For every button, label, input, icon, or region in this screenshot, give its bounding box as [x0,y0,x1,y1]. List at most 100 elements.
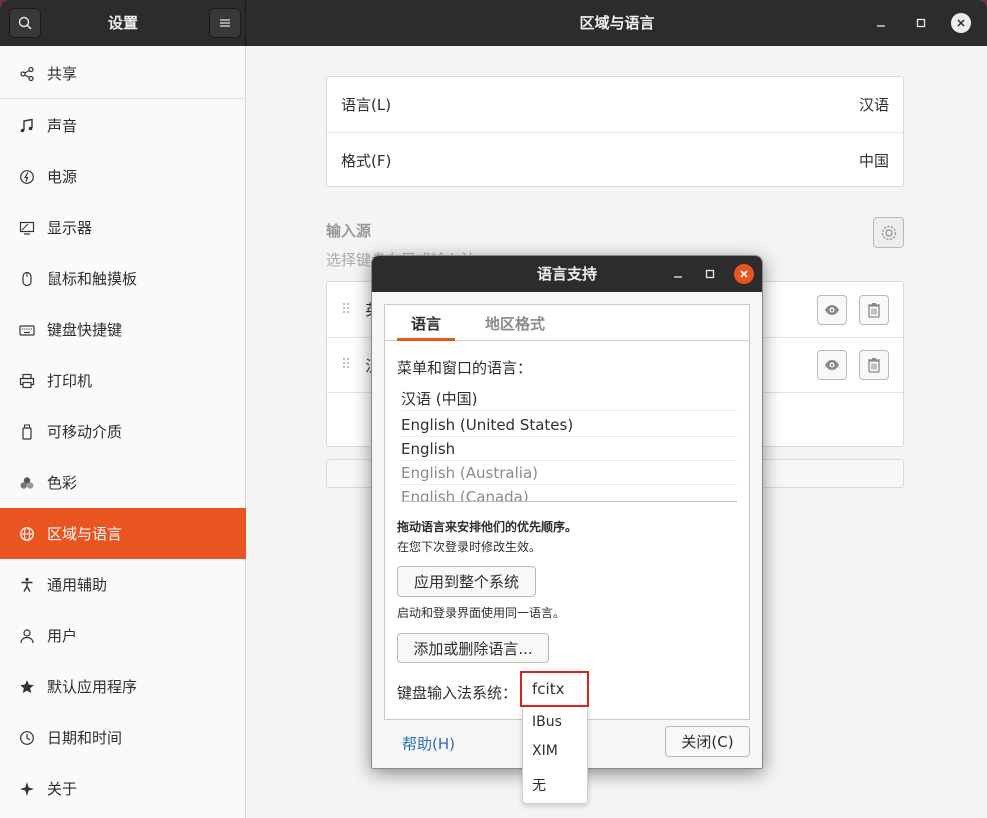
language-item[interactable]: 汉语 (中国) [401,387,737,411]
tab-bar: 语言 地区格式 [385,305,749,341]
input-method-select[interactable]: fcitx [520,671,589,707]
printer-icon [18,372,36,390]
gear-icon [881,225,896,240]
language-item[interactable]: English (Australia) [401,461,737,485]
language-item[interactable]: English (United States) [401,413,737,437]
sidebar-item-users[interactable]: 用户 [0,610,246,661]
language-row[interactable]: 语言(L) 汉语 [327,77,903,132]
eye-icon [825,360,839,370]
star-icon [18,678,36,696]
sidebar-item-removable-media[interactable]: 可移动介质 [0,406,246,457]
globe-icon [18,525,36,543]
removable-media-icon [18,423,36,441]
formats-row[interactable]: 格式(F) 中国 [327,133,903,187]
close-dialog-button[interactable]: 关闭(C) [665,726,750,757]
add-remove-languages-button[interactable]: 添加或删除语言... [397,633,549,663]
apply-hint: 启动和登录界面使用同一语言。 [397,606,566,620]
language-item[interactable]: English (Canada) [401,485,737,501]
language-value: 汉语 [858,96,889,114]
remove-button[interactable] [859,294,889,325]
sidebar-item-sound[interactable]: 声音 [0,100,246,151]
language-formats-card: 语言(L) 汉语 格式(F) 中国 [326,76,904,187]
sidebar-item-sharing[interactable]: 共享 [0,48,246,99]
music-note-icon [18,117,36,135]
accessibility-icon [18,576,36,594]
sidebar-item-label: 电源 [47,168,78,186]
input-method-option[interactable]: 无 [532,775,546,795]
preview-button[interactable] [817,350,847,380]
mouse-icon [18,270,36,288]
apply-system-wide-button[interactable]: 应用到整个系统 [397,566,536,597]
sidebar-item-mouse[interactable]: 鼠标和触摸板 [0,253,246,304]
formats-label: 格式(F) [341,151,392,170]
eye-icon [825,304,839,315]
menu-button[interactable] [209,8,241,38]
formats-value: 中国 [858,151,889,170]
share-icon [18,65,36,83]
maximize-icon [705,269,715,279]
sidebar-item-label: 关于 [47,780,78,798]
dialog-maximize-button[interactable] [700,264,720,284]
dialog-minimize-button[interactable] [668,264,688,284]
input-method-label: 键盘输入法系统： [397,684,518,702]
maximize-button[interactable] [911,13,931,33]
drag-handle-icon[interactable]: ⠿ [341,357,351,373]
input-source-options-button[interactable] [873,217,904,248]
input-sources-title: 输入源 [326,222,372,240]
dialog-notebook: 语言 地区格式 菜单和窗口的语言： 汉语 (中国) English (Unite… [384,304,750,720]
sidebar-item-keyboard[interactable]: 键盘快捷键 [0,304,246,355]
preview-button[interactable] [817,294,847,325]
close-icon [957,19,965,27]
clock-icon [18,729,36,747]
dialog-close-button[interactable] [734,264,754,284]
sidebar-item-color[interactable]: 色彩 [0,457,246,508]
sidebar-item-label: 键盘快捷键 [47,321,123,339]
language-list: 汉语 (中国) English (United States) English … [385,385,749,501]
language-item[interactable]: English [401,437,737,461]
help-button[interactable]: 帮助(H) [402,733,455,754]
close-icon [740,270,748,278]
dialog-header: 语言支持 [372,256,762,292]
sparkle-icon [18,780,36,798]
sidebar-item-label: 显示器 [47,219,93,237]
sidebar-item-printers[interactable]: 打印机 [0,355,246,406]
sidebar-item-label: 日期和时间 [47,729,123,747]
sidebar-item-about[interactable]: 关于 [0,763,246,814]
sidebar-header: 设置 [0,0,246,46]
sidebar-item-region-language[interactable]: 区域与语言 [0,508,246,559]
minimize-icon [674,276,682,278]
menu-language-heading: 菜单和窗口的语言： [397,359,533,377]
input-method-option[interactable]: IBus [532,714,562,730]
sidebar-item-label: 默认应用程序 [47,678,138,696]
sidebar-item-label: 鼠标和触摸板 [47,270,138,288]
trash-icon [868,302,880,318]
drag-handle-icon[interactable]: ⠿ [341,302,351,318]
tab-regional-formats[interactable]: 地区格式 [477,305,553,341]
header-bar: 设置 区域与语言 [0,0,987,46]
list-divider [401,501,737,502]
sidebar-item-label: 色彩 [47,474,78,492]
language-label: 语言(L) [341,96,392,114]
sidebar-item-label: 共享 [47,65,78,83]
minimize-icon [877,25,885,27]
sidebar-item-default-apps[interactable]: 默认应用程序 [0,661,246,712]
input-method-dropdown: IBus XIM 无 [522,705,588,804]
sidebar-item-accessibility[interactable]: 通用辅助 [0,559,246,610]
tab-language[interactable]: 语言 [397,305,455,341]
sidebar: 共享 声音 电源 显示器 鼠标和触摸板 键盘快捷键 打印机 可移动介质 色彩 区… [0,46,246,818]
remove-button[interactable] [859,350,889,380]
minimize-button[interactable] [871,13,891,33]
sidebar-item-label: 用户 [47,627,78,645]
keyboard-icon [18,321,36,339]
input-source-actions [817,294,889,325]
sidebar-divider [0,98,246,99]
sidebar-item-power[interactable]: 电源 [0,151,246,202]
sidebar-item-label: 声音 [47,117,78,135]
sidebar-item-date-time[interactable]: 日期和时间 [0,712,246,763]
sidebar-item-label: 打印机 [47,372,93,390]
sidebar-item-displays[interactable]: 显示器 [0,202,246,253]
close-button[interactable] [951,13,971,33]
user-icon [18,627,36,645]
drag-hint: 拖动语言来安排他们的优先顺序。 [397,520,578,534]
input-method-option[interactable]: XIM [532,743,558,759]
